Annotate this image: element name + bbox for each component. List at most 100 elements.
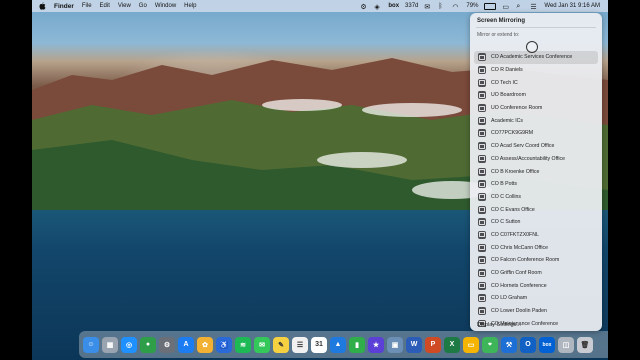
display-icon — [478, 307, 486, 316]
dock-calendar-icon[interactable]: 31 — [311, 336, 327, 353]
display-icon — [478, 104, 486, 113]
device-item[interactable]: CO Griffin Conf Room — [474, 267, 598, 280]
dock-finder-icon[interactable]: ☺ — [83, 336, 99, 353]
device-item[interactable]: CO77PCK9G9RM — [474, 127, 598, 140]
display-icon — [478, 256, 486, 265]
display-icon — [478, 142, 486, 151]
device-label: CO Falcon Conference Room — [491, 257, 560, 264]
display-settings-link[interactable]: Display Settings... — [477, 322, 521, 328]
bluetooth-icon[interactable]: ᛒ — [438, 3, 446, 10]
dock-keynote-icon[interactable]: ▲ — [330, 336, 346, 353]
device-item[interactable]: UO Boardroom — [474, 89, 598, 102]
dock-reminders-icon[interactable]: ☰ — [292, 336, 308, 353]
dock-numbers-icon[interactable]: ▮ — [349, 336, 365, 353]
device-item[interactable]: CO C07FKTZX0FNL — [474, 229, 598, 242]
device-label: CO Assess/Accountability Office — [491, 155, 565, 162]
dock-app-store-icon[interactable]: A — [178, 336, 194, 353]
device-label: Academic ICs — [491, 117, 523, 124]
dock-xcode-icon[interactable]: ⚒ — [501, 336, 517, 353]
mail-icon[interactable]: ✉ — [424, 3, 432, 11]
dock-outlook-icon[interactable]: O — [520, 336, 536, 353]
display-icon — [478, 167, 486, 176]
dock-accessibility-icon[interactable]: ♿ — [216, 336, 232, 353]
device-item[interactable]: CO Chris McCann Office — [474, 241, 598, 254]
device-label: CO R Daniels — [491, 67, 523, 74]
device-label: CO Tech IC — [491, 79, 518, 86]
display-icon — [478, 205, 486, 214]
device-item[interactable]: CO B Kroenke Office — [474, 165, 598, 178]
dock-google-slides-icon[interactable]: ▭ — [463, 336, 479, 353]
battery-icon[interactable] — [484, 2, 497, 10]
device-label: CO Hornets Conference — [491, 282, 547, 289]
gear-icon[interactable]: ⚙ — [360, 3, 368, 11]
device-label: CO B Potts — [491, 181, 517, 188]
device-item[interactable]: CO Academic Services Conference — [474, 51, 598, 64]
menu-go[interactable]: Go — [139, 3, 147, 9]
menu-edit[interactable]: Edit — [100, 3, 110, 9]
menu-clock[interactable]: Wed Jan 31 9:16 AM — [544, 3, 600, 9]
dock-trash-icon[interactable]: 🗑 — [577, 336, 593, 353]
panel-title: Screen Mirroring — [477, 18, 526, 24]
mouse-cursor — [526, 41, 538, 53]
menu-help[interactable]: Help — [184, 3, 196, 9]
dock-imovie-icon[interactable]: ★ — [368, 336, 384, 353]
device-item[interactable]: UO Conference Room — [474, 102, 598, 115]
device-list[interactable]: CO Academic Services Conference CO R Dani… — [474, 51, 598, 327]
shield-icon[interactable]: ◈ — [374, 3, 382, 11]
device-label: CO Academic Services Conference — [491, 54, 573, 61]
temperature-status[interactable]: 337d — [405, 3, 418, 9]
dock-messages-icon[interactable]: ✉ — [254, 336, 270, 353]
device-item[interactable]: CO C Evans Office — [474, 203, 598, 216]
device-item[interactable]: CO Lower Doolin Paden — [474, 305, 598, 318]
box-status[interactable]: box — [388, 3, 399, 9]
display-icon — [478, 91, 486, 100]
dock-screenshot-icon[interactable]: ◫ — [558, 336, 574, 353]
apple-icon[interactable] — [39, 2, 46, 10]
menu-view[interactable]: View — [118, 3, 131, 9]
control-center-icon[interactable]: ☰ — [530, 3, 538, 11]
dock-photos-icon[interactable]: ✿ — [197, 336, 213, 353]
dock-powerpoint-icon[interactable]: P — [425, 336, 441, 353]
device-item[interactable]: Academic ICs — [474, 114, 598, 127]
device-label: UO Boardroom — [491, 92, 526, 99]
menu-bar: Finder File Edit View Go Window Help ⚙ ◈… — [32, 0, 608, 12]
menu-app-name[interactable]: Finder — [54, 3, 74, 10]
menu-window[interactable]: Window — [155, 3, 176, 9]
device-label: CO Chris McCann Office — [491, 244, 548, 251]
device-item[interactable]: CO Assess/Accountability Office — [474, 153, 598, 166]
device-item[interactable]: CO Hornets Conference — [474, 279, 598, 292]
dock-safari-icon[interactable]: ◎ — [121, 336, 137, 353]
dock-word-icon[interactable]: W — [406, 336, 422, 353]
device-item[interactable]: CO C Sutton — [474, 216, 598, 229]
device-label: CO C Collins — [491, 193, 521, 200]
device-item[interactable]: CO Falcon Conference Room — [474, 254, 598, 267]
device-label: CO Lower Doolin Paden — [491, 308, 547, 315]
device-item[interactable]: CO LD Graham — [474, 292, 598, 305]
display-icon — [478, 192, 486, 201]
wifi-icon[interactable]: ◠ — [452, 3, 460, 11]
device-item[interactable]: CO Tech IC — [474, 76, 598, 89]
dock-notes-icon[interactable]: ✎ — [273, 336, 289, 353]
dock-maps-icon[interactable]: ⌖ — [482, 336, 498, 353]
device-label: CO C Evans Office — [491, 206, 535, 213]
dock-system-preferences-icon[interactable]: ⚙ — [159, 336, 175, 353]
display-icon — [478, 294, 486, 303]
display-icon — [478, 53, 486, 62]
dock-excel-icon[interactable]: X — [444, 336, 460, 353]
dock-box-icon[interactable]: box — [539, 336, 555, 353]
device-item[interactable]: CO C Collins — [474, 191, 598, 204]
battery-percent[interactable]: 79% — [466, 3, 478, 9]
search-icon[interactable]: ⌕ — [516, 3, 524, 10]
dock-preview-icon[interactable]: ▣ — [387, 336, 403, 353]
device-item[interactable]: CO Acad Serv Coord Office — [474, 140, 598, 153]
device-label: CO LD Graham — [491, 295, 528, 302]
menu-file[interactable]: File — [82, 3, 92, 9]
device-label: UO Conference Room — [491, 105, 543, 112]
device-item[interactable]: CO R Daniels — [474, 64, 598, 77]
display-icon — [478, 116, 486, 125]
screen-mirroring-icon[interactable]: ▭ — [502, 3, 510, 11]
dock-chrome-icon[interactable]: ● — [140, 336, 156, 353]
dock-spotify-icon[interactable]: ≋ — [235, 336, 251, 353]
dock-launchpad-icon[interactable]: ▦ — [102, 336, 118, 353]
device-item[interactable]: CO B Potts — [474, 178, 598, 191]
